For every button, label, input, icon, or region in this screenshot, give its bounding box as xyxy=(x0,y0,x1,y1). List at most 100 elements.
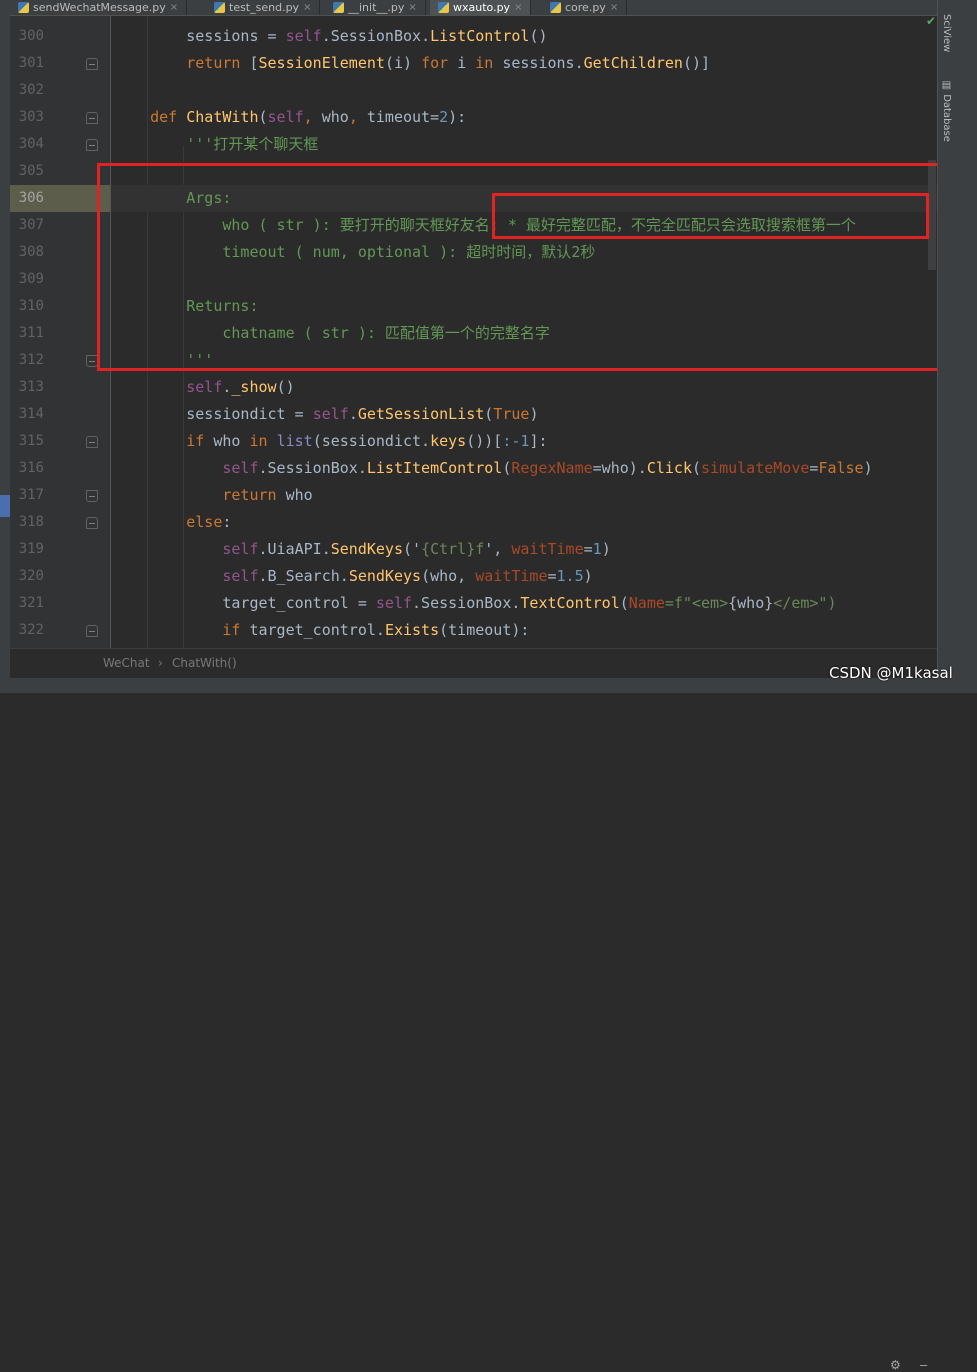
code-line: def ChatWith(self, who, timeout=2): xyxy=(114,104,466,131)
fold-marker-icon[interactable] xyxy=(86,112,98,124)
editor-scrollbar[interactable] xyxy=(928,160,936,270)
python-file-icon xyxy=(18,2,29,13)
code-token: . xyxy=(421,27,431,45)
code-token: </em>") xyxy=(773,594,837,612)
code-token: i xyxy=(457,54,476,72)
code-token: in xyxy=(475,54,503,72)
code-token: ChatWith xyxy=(186,108,259,126)
code-token: target_control = xyxy=(114,594,376,612)
code-token: ListItemControl xyxy=(366,459,503,477)
code-line: who ( str ): 要打开的聊天框好友名; * 最好完整匹配，不完全匹配只… xyxy=(114,212,856,239)
gear-icon[interactable]: ⚙ xyxy=(890,1358,901,1372)
code-token: (who, xyxy=(421,567,476,585)
code-token: SendKeys xyxy=(330,540,403,558)
tab-core-py[interactable]: core.py × xyxy=(542,0,628,15)
code-token: self xyxy=(186,378,223,396)
close-tab-icon[interactable]: × xyxy=(514,2,522,13)
code-token: (sessiondict. xyxy=(312,432,431,450)
breadcrumb: WeChat › ChatWith() xyxy=(10,648,937,679)
fold-marker-icon[interactable] xyxy=(86,355,98,367)
code-token: () xyxy=(276,378,295,396)
code-token: sessions = xyxy=(114,27,286,45)
right-tool-strip: ✔ SciView ▤ Database xyxy=(926,0,977,693)
code-line: else: xyxy=(114,509,231,536)
tab-label: test_send.py xyxy=(229,1,300,14)
line-number: 301 xyxy=(18,55,44,71)
code-line: '''打开某个聊天框 xyxy=(114,131,318,158)
code-token: = xyxy=(430,108,440,126)
code-token: Exists xyxy=(384,621,440,639)
tab-test-send-py[interactable]: test_send.py × xyxy=(206,0,321,15)
database-icon: ▤ xyxy=(941,80,952,95)
close-tab-icon[interactable]: × xyxy=(408,2,416,13)
code-token: GetChildren xyxy=(583,54,683,72)
watermark: CSDN @M1kasal xyxy=(829,664,953,682)
code-token: : xyxy=(222,513,232,531)
breadcrumb-item-method[interactable]: ChatWith() xyxy=(172,656,237,670)
code-token: {Ctrl}f xyxy=(421,540,485,558)
code-token: who xyxy=(213,432,250,450)
code-token: Name xyxy=(628,594,665,612)
code-token: timeout xyxy=(366,108,431,126)
tab-wxauto-py[interactable]: wxauto.py × xyxy=(430,0,532,15)
code-token: ) xyxy=(863,459,873,477)
code-token: ', xyxy=(484,540,512,558)
code-token: ) xyxy=(583,567,593,585)
fold-marker-icon[interactable] xyxy=(86,436,98,448)
code-token: '''打开某个聊天框 xyxy=(114,135,319,153)
code-editor[interactable]: sessions = self.SessionBox.ListControl()… xyxy=(111,16,937,648)
left-strip-selection xyxy=(0,495,10,517)
code-token: (timeout): xyxy=(439,621,530,639)
breadcrumb-item-class[interactable]: WeChat xyxy=(103,656,150,670)
tab-label: core.py xyxy=(565,1,606,14)
line-number: 303 xyxy=(18,109,44,125)
code-token: .UiaAPI. xyxy=(258,540,331,558)
database-panel-tab[interactable]: ▤ Database xyxy=(941,80,952,142)
sciview-panel-tab[interactable]: SciView xyxy=(941,14,952,52)
tab-init-py[interactable]: __init__.py × xyxy=(325,0,426,15)
code-token: self xyxy=(222,540,259,558)
code-line: timeout ( num, optional ): 超时时间，默认2秒 xyxy=(114,239,595,266)
fold-marker-icon[interactable] xyxy=(86,625,98,637)
line-number: 304 xyxy=(18,136,44,152)
code-token: _show xyxy=(231,378,277,396)
code-token: 1.5 xyxy=(556,567,584,585)
code-line: if who in list(sessiondict.keys())[:-1]: xyxy=(114,428,547,455)
fold-marker-icon[interactable] xyxy=(86,490,98,502)
code-token: TextControl xyxy=(520,594,620,612)
code-token: list xyxy=(276,432,313,450)
line-number: 310 xyxy=(18,298,44,314)
code-token: if xyxy=(186,432,214,450)
code-token: SendKeys xyxy=(348,567,422,585)
tab-sendwechatmessage-py[interactable]: sendWechatMessage.py × xyxy=(10,0,188,15)
code-token: who xyxy=(285,486,313,504)
minimize-icon[interactable]: — xyxy=(920,1358,927,1372)
close-tab-icon[interactable]: × xyxy=(170,2,178,13)
fold-marker-icon[interactable] xyxy=(86,139,98,151)
code-line: self._show() xyxy=(114,374,295,401)
code-token: .SessionBox. xyxy=(412,594,521,612)
inspection-ok-icon: ✔ xyxy=(926,14,937,28)
fold-marker-icon[interactable] xyxy=(86,517,98,529)
close-tab-icon[interactable]: × xyxy=(610,2,618,13)
code-token: return xyxy=(186,54,250,72)
code-token: :-1 xyxy=(502,432,530,450)
line-number: 302 xyxy=(18,82,44,98)
tab-label: wxauto.py xyxy=(453,1,511,14)
code-token: .B_Search. xyxy=(258,567,349,585)
code-token: simulateMove xyxy=(701,459,810,477)
line-number: 305 xyxy=(18,163,44,179)
close-tab-icon[interactable]: × xyxy=(303,2,311,13)
code-token: RegexName xyxy=(511,459,593,477)
fold-marker-icon[interactable] xyxy=(86,58,98,70)
code-line: ''' xyxy=(114,347,213,374)
code-line: sessions = self.SessionBox.ListControl() xyxy=(114,23,547,50)
code-token: ()] xyxy=(682,54,711,72)
code-token: waitTime xyxy=(511,540,584,558)
code-token: if xyxy=(222,621,250,639)
code-token: who xyxy=(321,108,349,126)
